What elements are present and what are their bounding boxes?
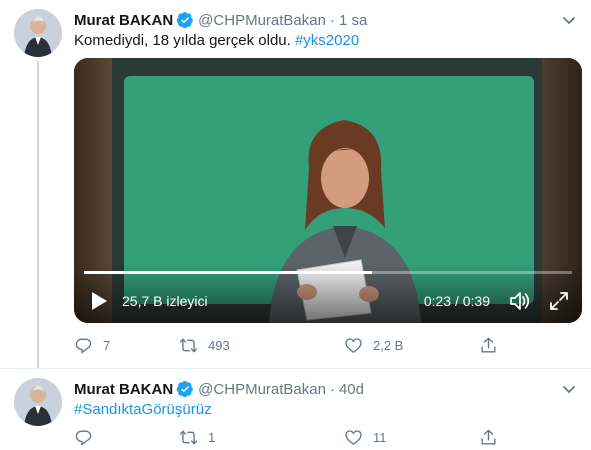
like-button[interactable]: 11 bbox=[344, 426, 387, 448]
tweet-actions: 7 493 2,2 B bbox=[74, 334, 514, 356]
retweet-icon bbox=[179, 337, 198, 353]
tweet-header: Murat BAKAN @CHPMuratBakan · 1 sa bbox=[74, 10, 367, 30]
author-handle[interactable]: @CHPMuratBakan bbox=[198, 381, 326, 398]
tweet-text: #SandıktaGörüşürüz bbox=[74, 400, 212, 420]
author-name[interactable]: Murat BAKAN bbox=[74, 381, 173, 398]
reply-button[interactable] bbox=[74, 426, 103, 448]
reply-count: 7 bbox=[103, 337, 111, 353]
chevron-down-icon[interactable] bbox=[559, 379, 579, 399]
video-progress-fill bbox=[84, 271, 372, 274]
tweet-text-body: Komediydi, 18 yılda gerçek oldu. bbox=[74, 32, 295, 49]
retweet-button[interactable]: 493 bbox=[179, 334, 230, 356]
hashtag-link[interactable]: #SandıktaGörüşürüz bbox=[74, 401, 212, 418]
video-progress-bar[interactable] bbox=[84, 271, 572, 274]
retweet-count: 1 bbox=[208, 429, 216, 445]
share-button[interactable] bbox=[479, 426, 508, 448]
video-time: 0:23 / 0:39 bbox=[423, 293, 490, 309]
heart-icon bbox=[345, 337, 362, 353]
verified-badge-icon bbox=[176, 11, 194, 29]
timestamp[interactable]: 40d bbox=[339, 381, 364, 398]
tweet-header: Murat BAKAN @CHPMuratBakan · 40d bbox=[74, 379, 364, 399]
heart-icon bbox=[345, 429, 362, 445]
retweet-button[interactable]: 1 bbox=[179, 426, 215, 448]
author-handle[interactable]: @CHPMuratBakan bbox=[198, 12, 326, 29]
tweet[interactable]: Murat BAKAN @CHPMuratBakan · 40d #Sandık… bbox=[0, 368, 591, 450]
reply-icon bbox=[75, 429, 92, 445]
separator-dot: · bbox=[329, 380, 335, 398]
share-button[interactable] bbox=[479, 334, 508, 356]
thread-line bbox=[37, 61, 39, 368]
timestamp[interactable]: 1 sa bbox=[339, 12, 367, 29]
author-name[interactable]: Murat BAKAN bbox=[74, 12, 173, 29]
video-player[interactable]: 25,7 B izleyici 0:23 / 0:39 bbox=[74, 58, 582, 323]
share-icon bbox=[481, 337, 496, 353]
like-count: 11 bbox=[373, 429, 387, 445]
share-icon bbox=[481, 429, 496, 445]
avatar[interactable] bbox=[14, 9, 62, 57]
avatar[interactable] bbox=[14, 378, 62, 426]
reply-icon bbox=[75, 337, 92, 353]
retweet-count: 493 bbox=[208, 337, 230, 353]
tweet[interactable]: Murat BAKAN @CHPMuratBakan · 1 sa Komedi… bbox=[0, 0, 591, 368]
reply-button[interactable]: 7 bbox=[74, 334, 110, 356]
volume-icon[interactable] bbox=[508, 290, 532, 312]
separator-dot: · bbox=[329, 11, 335, 29]
video-view-count: 25,7 B izleyici bbox=[122, 293, 208, 309]
fullscreen-icon[interactable] bbox=[548, 290, 570, 312]
play-icon[interactable] bbox=[88, 290, 110, 312]
like-button[interactable]: 2,2 B bbox=[344, 334, 403, 356]
tweet-text: Komediydi, 18 yılda gerçek oldu. #yks202… bbox=[74, 31, 359, 51]
chevron-down-icon[interactable] bbox=[559, 10, 579, 30]
tweet-actions: 1 11 bbox=[74, 426, 514, 448]
verified-badge-icon bbox=[176, 380, 194, 398]
hashtag-link[interactable]: #yks2020 bbox=[295, 32, 359, 49]
like-count: 2,2 B bbox=[373, 337, 404, 353]
retweet-icon bbox=[179, 429, 198, 445]
